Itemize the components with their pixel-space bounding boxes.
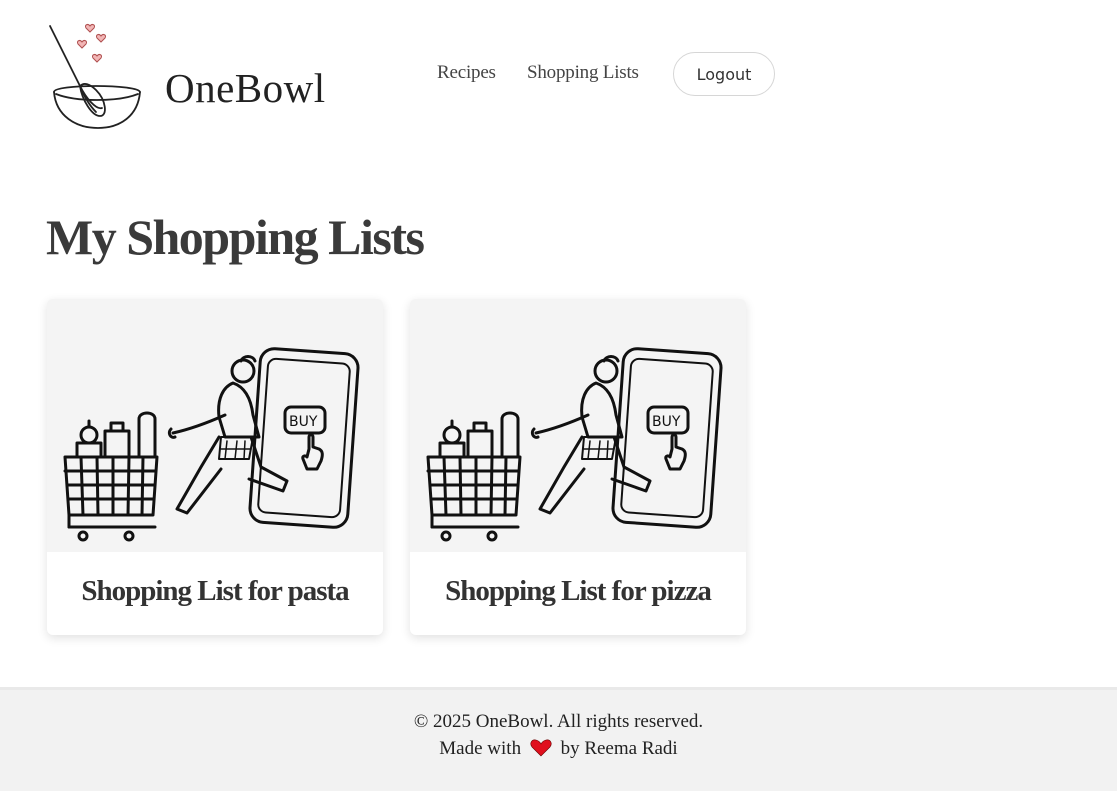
- shopping-cart-illustration-icon: BUY: [410, 299, 746, 552]
- brand-logo-link[interactable]: OneBowl: [46, 20, 346, 135]
- shopping-cart-illustration-icon: BUY: [47, 299, 383, 552]
- svg-text:BUY: BUY: [652, 414, 681, 430]
- site-footer: © 2025 OneBowl. All rights reserved. Mad…: [0, 687, 1117, 791]
- shopping-list-card[interactable]: BUY: [410, 299, 746, 635]
- card-title: Shopping List for pizza: [445, 575, 712, 607]
- nav-link-shopping-lists[interactable]: Shopping Lists: [527, 62, 639, 84]
- footer-made-with: Made with: [439, 738, 522, 759]
- footer-copyright: © 2025 OneBowl. All rights reserved.: [413, 711, 704, 732]
- footer-credit: Made with by Reema Radi: [0, 738, 1117, 760]
- page-title: My Shopping Lists: [46, 209, 425, 265]
- page: OneBowl Recipes Shopping Lists Logout My…: [0, 0, 1117, 791]
- logout-button[interactable]: Logout: [673, 52, 775, 96]
- heart-icon: [530, 739, 552, 757]
- footer-author: by Reema Radi: [560, 738, 678, 759]
- card-title: Shopping List for pasta: [81, 575, 349, 607]
- brand-name: OneBowl: [165, 65, 326, 111]
- shopping-list-card[interactable]: BUY: [47, 299, 383, 635]
- svg-text:BUY: BUY: [289, 414, 318, 430]
- nav-link-recipes[interactable]: Recipes: [437, 62, 496, 84]
- site-header: OneBowl Recipes Shopping Lists Logout: [0, 0, 1117, 150]
- whisk-bowl-logo-icon: [49, 24, 141, 129]
